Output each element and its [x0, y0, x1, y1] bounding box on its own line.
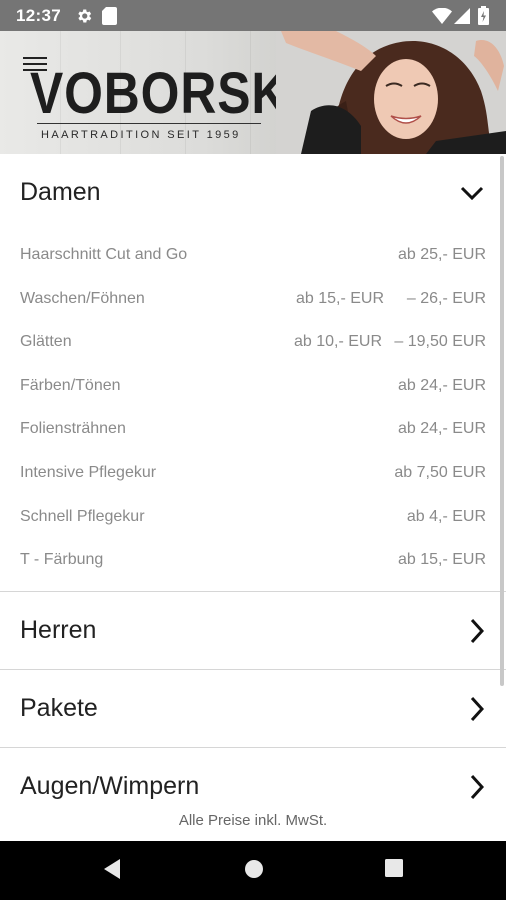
service-name: Glätten: [20, 333, 72, 350]
navigation-bar: [0, 841, 506, 900]
status-time: 12:37: [16, 6, 61, 25]
service-name: Haarschnitt Cut and Go: [20, 246, 188, 263]
brand-divider: [37, 123, 261, 124]
wifi-icon: [432, 8, 452, 24]
chevron-down-icon: [460, 186, 484, 200]
section-title: Augen/Wimpern: [20, 772, 200, 800]
service-name: Foliensträhnen: [20, 420, 126, 437]
service-price-from: ab 10,- EUR: [294, 333, 383, 350]
vat-note: Alle Preise inkl. MwSt.: [0, 811, 506, 841]
service-price: ab 24,- EUR: [397, 420, 486, 437]
price-row: T - Färbung ab 15,- EUR: [20, 551, 486, 575]
home-icon[interactable]: [243, 858, 265, 880]
gear-icon: [78, 9, 92, 23]
section-header-herren[interactable]: Herren: [0, 592, 506, 669]
section-header-pakete[interactable]: Pakete: [0, 670, 506, 747]
battery-icon: [478, 6, 489, 25]
service-price: – 19,50 EUR: [394, 333, 486, 350]
price-row: Intensive Pflegekur ab 7,50 EUR: [20, 464, 486, 488]
chevron-right-icon: [470, 618, 484, 643]
hero-photo: [276, 31, 506, 154]
section-title: Herren: [20, 616, 97, 644]
service-name: Schnell Pflegekur: [20, 508, 145, 525]
price-row: Schnell Pflegekur ab 4,- EUR: [20, 508, 486, 532]
section-title: Damen: [20, 178, 101, 206]
brand-tagline: HAARTRADITION SEIT 1959: [41, 129, 241, 141]
section-header-damen[interactable]: Damen: [0, 154, 506, 231]
back-icon[interactable]: [102, 858, 122, 880]
service-price: – 26,- EUR: [406, 290, 486, 307]
service-price: ab 7,50 EUR: [394, 464, 486, 481]
service-price: ab 25,- EUR: [397, 246, 486, 263]
signal-icon: [454, 8, 470, 24]
price-row: Haarschnitt Cut and Go ab 25,- EUR: [20, 246, 486, 270]
chevron-right-icon: [470, 774, 484, 799]
section-title: Pakete: [20, 694, 98, 722]
scrollbar[interactable]: [500, 156, 504, 686]
price-list-damen: Haarschnitt Cut and Go ab 25,- EUR Wasch…: [0, 231, 506, 591]
recents-icon[interactable]: [384, 858, 404, 878]
price-accordion: Damen Haarschnitt Cut and Go ab 25,- EUR…: [0, 154, 506, 825]
price-row: Glätten ab 10,- EUR – 19,50 EUR: [20, 333, 486, 357]
price-row: Foliensträhnen ab 24,- EUR: [20, 420, 486, 444]
price-row: Färben/Tönen ab 24,- EUR: [20, 377, 486, 401]
service-name: Intensive Pflegekur: [20, 464, 157, 481]
service-price: ab 24,- EUR: [397, 377, 486, 394]
service-price: ab 15,- EUR: [397, 551, 486, 568]
chevron-right-icon: [470, 696, 484, 721]
status-bar: 12:37: [0, 0, 506, 31]
price-row: Waschen/Föhnen ab 15,- EUR – 26,- EUR: [20, 290, 486, 314]
service-price-from: ab 15,- EUR: [296, 290, 385, 307]
header-banner: VOBORSKY HAARTRADITION SEIT 1959: [0, 31, 506, 154]
service-name: Waschen/Föhnen: [20, 290, 145, 307]
service-name: T - Färbung: [20, 551, 104, 568]
sd-card-icon: [102, 7, 117, 25]
service-price: ab 4,- EUR: [406, 508, 486, 525]
service-name: Färben/Tönen: [20, 377, 121, 394]
